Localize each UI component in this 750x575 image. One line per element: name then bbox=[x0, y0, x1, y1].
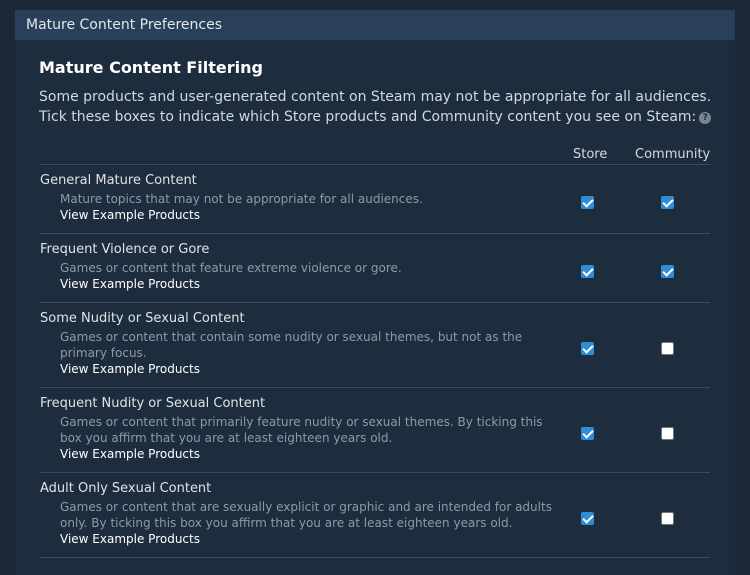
content-row: Frequent Nudity or Sexual Content Games … bbox=[40, 396, 710, 472]
row-title: General Mature Content bbox=[40, 173, 197, 188]
store-checkbox[interactable] bbox=[581, 265, 594, 278]
row-description: Games or content that contain some nudit… bbox=[60, 330, 523, 360]
help-icon[interactable]: ? bbox=[699, 112, 712, 124]
panel-header: Mature Content Preferences bbox=[15, 10, 735, 40]
view-example-products-link[interactable]: View Example Products bbox=[60, 361, 200, 377]
section-intro: Some products and user-generated content… bbox=[39, 87, 719, 127]
view-example-products-link[interactable]: View Example Products bbox=[60, 276, 200, 292]
row-description: Mature topics that may not be appropriat… bbox=[60, 192, 423, 206]
row-description: Games or content that feature extreme vi… bbox=[60, 261, 402, 275]
row-title: Some Nudity or Sexual Content bbox=[40, 311, 245, 326]
content-row: Frequent Violence or Gore Games or conte… bbox=[40, 242, 710, 302]
divider bbox=[40, 387, 710, 388]
view-example-products-link[interactable]: View Example Products bbox=[60, 207, 200, 223]
view-example-products-link[interactable]: View Example Products bbox=[60, 531, 200, 547]
row-description: Games or content that are sexually expli… bbox=[60, 500, 552, 530]
divider bbox=[40, 557, 710, 558]
row-title: Adult Only Sexual Content bbox=[40, 481, 212, 496]
intro-line-2-text: Tick these boxes to indicate which Store… bbox=[39, 109, 697, 125]
row-description: Games or content that primarily feature … bbox=[60, 415, 543, 445]
content-row: Some Nudity or Sexual Content Games or c… bbox=[40, 311, 710, 387]
divider bbox=[40, 164, 710, 165]
intro-line-2: Tick these boxes to indicate which Store… bbox=[39, 107, 719, 127]
content-row: General Mature Content Mature topics tha… bbox=[40, 173, 710, 233]
store-checkbox[interactable] bbox=[581, 512, 594, 525]
intro-line-1: Some products and user-generated content… bbox=[39, 89, 712, 105]
section-title: Mature Content Filtering bbox=[39, 58, 263, 77]
store-checkbox[interactable] bbox=[581, 342, 594, 355]
divider bbox=[40, 233, 710, 234]
store-checkbox[interactable] bbox=[581, 196, 594, 209]
divider bbox=[40, 302, 710, 303]
community-checkbox[interactable] bbox=[661, 342, 674, 355]
view-example-products-link[interactable]: View Example Products bbox=[60, 446, 200, 462]
row-title: Frequent Nudity or Sexual Content bbox=[40, 396, 266, 411]
community-checkbox[interactable] bbox=[661, 196, 674, 209]
community-checkbox[interactable] bbox=[661, 265, 674, 278]
row-title: Frequent Violence or Gore bbox=[40, 242, 210, 257]
content-row: Adult Only Sexual Content Games or conte… bbox=[40, 481, 710, 557]
column-header-store: Store bbox=[573, 147, 608, 162]
store-checkbox[interactable] bbox=[581, 427, 594, 440]
divider bbox=[40, 472, 710, 473]
column-header-community: Community bbox=[635, 147, 711, 162]
community-checkbox[interactable] bbox=[661, 512, 674, 525]
community-checkbox[interactable] bbox=[661, 427, 674, 440]
